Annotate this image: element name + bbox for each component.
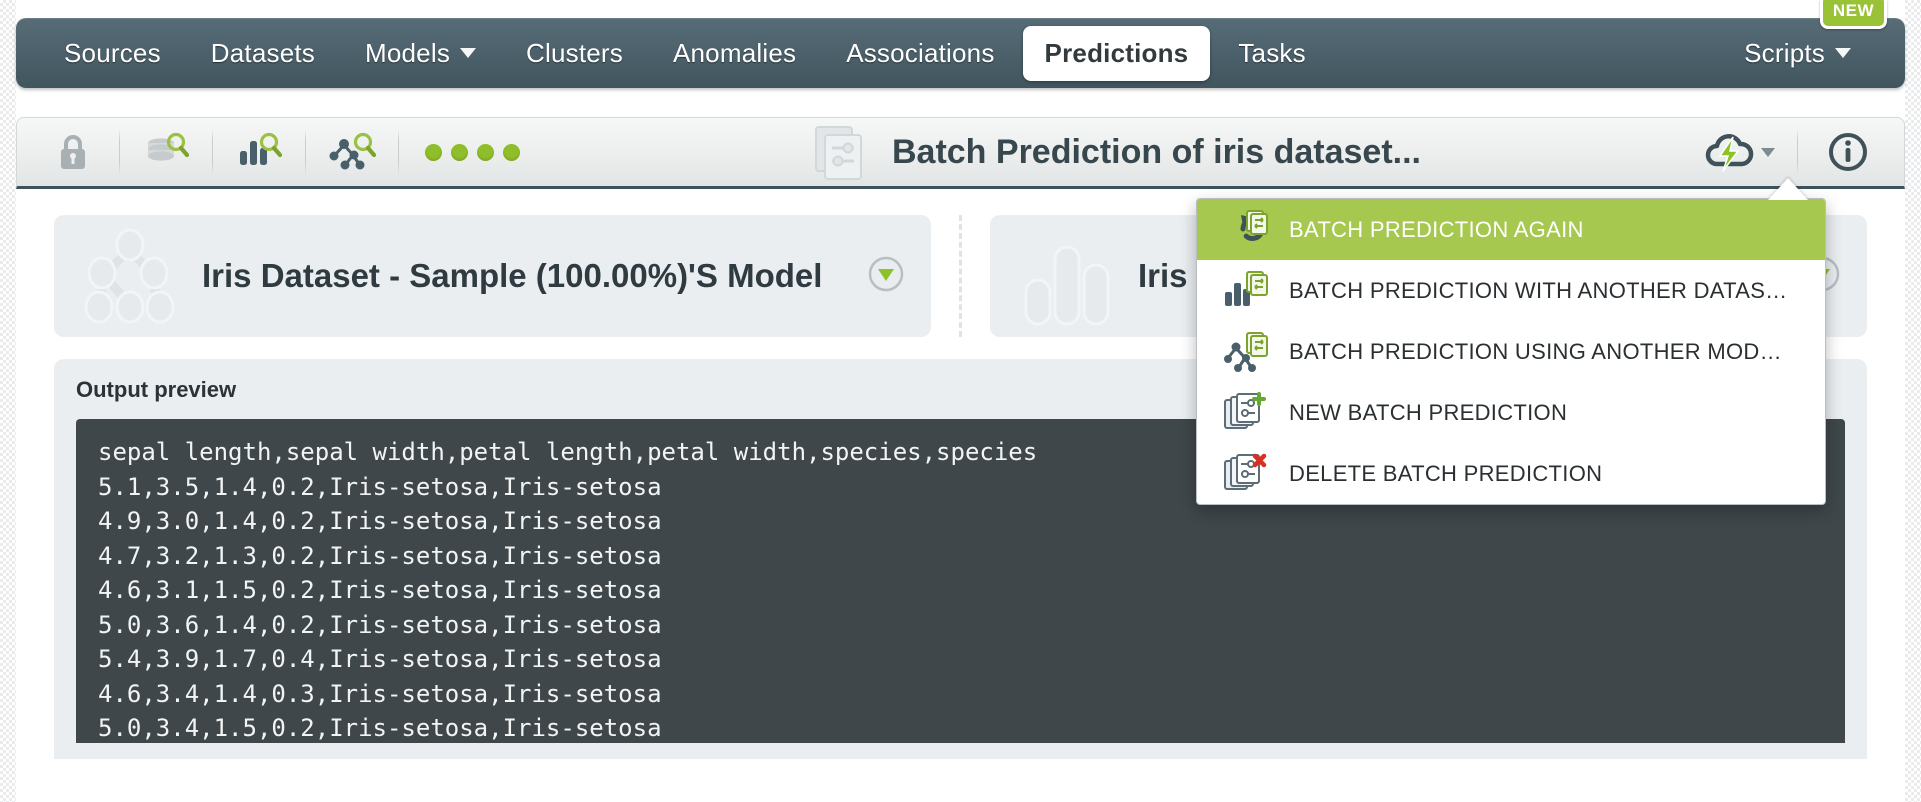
toolbar-actions [1695,124,1884,180]
dataset-search-icon [148,132,189,161]
menu-item-label: NEW BATCH PREDICTION [1289,399,1568,425]
cards-divider [959,215,962,337]
status-dot [425,143,442,161]
toolbar-separator [212,129,213,175]
resource-toolbar: Batch Prediction of iris dataset... [16,117,1905,189]
nav-label: Datasets [210,37,315,68]
chevron-down-icon [460,48,477,58]
nav-items: Sources Datasets Models Clusters Anomali… [42,25,1334,81]
status-dots [409,143,536,161]
dataset-bars-icon [1024,245,1110,326]
menu-item-batch-prediction-again[interactable]: BATCH PREDICTION AGAIN [1197,199,1825,260]
source-search-button[interactable] [130,124,202,180]
new-batch-prediction-icon [1223,391,1269,435]
model-card[interactable]: Iris Dataset - Sample (100.00%)'S Model [54,215,931,337]
new-badge: NEW [1819,0,1887,29]
batch-prediction-model-icon [1223,330,1269,374]
menu-item-label: BATCH PREDICTION AGAIN [1289,216,1584,242]
delete-batch-prediction-icon [1223,452,1269,496]
toolbar-separator [119,129,120,175]
chevron-down-icon [1761,147,1775,157]
toolbar-separator [398,129,399,175]
cloud-action-menu: BATCH PREDICTION AGAIN BATCH PREDICTION … [1196,198,1826,505]
nav-item-predictions[interactable]: Predictions [1022,25,1211,81]
resource-title-group: Batch Prediction of iris dataset... [536,121,1695,183]
collapse-toggle-icon [868,256,904,291]
cloud-lightning-icon [1705,134,1754,172]
model-card-toggle[interactable] [867,255,905,298]
menu-item-label: BATCH PREDICTION WITH ANOTHER DATAS… [1289,277,1788,303]
batch-prediction-dataset-icon [1223,269,1269,313]
nav-item-tasks[interactable]: Tasks [1216,30,1327,77]
nav-label: Tasks [1238,37,1306,68]
menu-pointer-arrow [1768,178,1808,200]
chevron-down-icon [1835,48,1851,58]
info-icon [1829,133,1867,171]
toolbar-separator [1797,129,1798,175]
batch-prediction-again-icon [1223,208,1269,252]
menu-item-new-batch-prediction[interactable]: NEW BATCH PREDICTION [1197,382,1825,443]
lock-icon [61,135,85,169]
privacy-lock-button[interactable] [37,124,109,180]
nav-scripts-trigger[interactable]: Scripts [1722,30,1873,77]
batch-prediction-icon [814,126,862,180]
nav-item-sources[interactable]: Sources [42,30,183,77]
menu-item-delete-batch-prediction[interactable]: DELETE BATCH PREDICTION [1197,443,1825,504]
nav-label: Sources [64,37,161,68]
chart-search-icon [240,132,282,165]
nav-item-associations[interactable]: Associations [824,30,1016,77]
main-navigation: Sources Datasets Models Clusters Anomali… [16,0,1905,88]
nav-label: Models [365,37,451,68]
nav-item-datasets[interactable]: Datasets [189,30,337,77]
model-search-button[interactable] [316,124,388,180]
info-button[interactable] [1812,124,1884,180]
menu-item-label: DELETE BATCH PREDICTION [1289,460,1603,486]
decision-tree-icon [84,228,175,324]
page-background: Sources Datasets Models Clusters Anomali… [0,0,1921,802]
menu-item-label: BATCH PREDICTION USING ANOTHER MOD… [1289,338,1782,364]
model-card-title: Iris Dataset - Sample (100.00%)'S Model [202,257,823,294]
menu-item-batch-prediction-another-dataset[interactable]: BATCH PREDICTION WITH ANOTHER DATAS… [1197,260,1825,321]
nav-item-scripts[interactable]: NEW Scripts [1722,0,1887,77]
cloud-action-button[interactable] [1695,126,1783,178]
status-dot [451,143,468,161]
menu-item-batch-prediction-another-model[interactable]: BATCH PREDICTION USING ANOTHER MOD… [1197,321,1825,382]
nav-label: Associations [846,37,995,68]
nav-item-clusters[interactable]: Clusters [504,30,645,77]
nav-item-models[interactable]: Models [343,30,498,77]
dataset-search-button[interactable] [223,124,295,180]
nav-label: Anomalies [672,37,797,68]
model-search-icon [329,132,376,170]
status-dot [477,143,494,161]
nav-label: Clusters [526,37,623,68]
nav-label: Scripts [1744,37,1825,68]
status-dot [503,143,520,161]
page-title: Batch Prediction of iris dataset... [891,132,1421,171]
toolbar-separator [305,129,306,175]
nav-item-anomalies[interactable]: Anomalies [651,30,818,77]
nav-label: Predictions [1044,37,1189,68]
